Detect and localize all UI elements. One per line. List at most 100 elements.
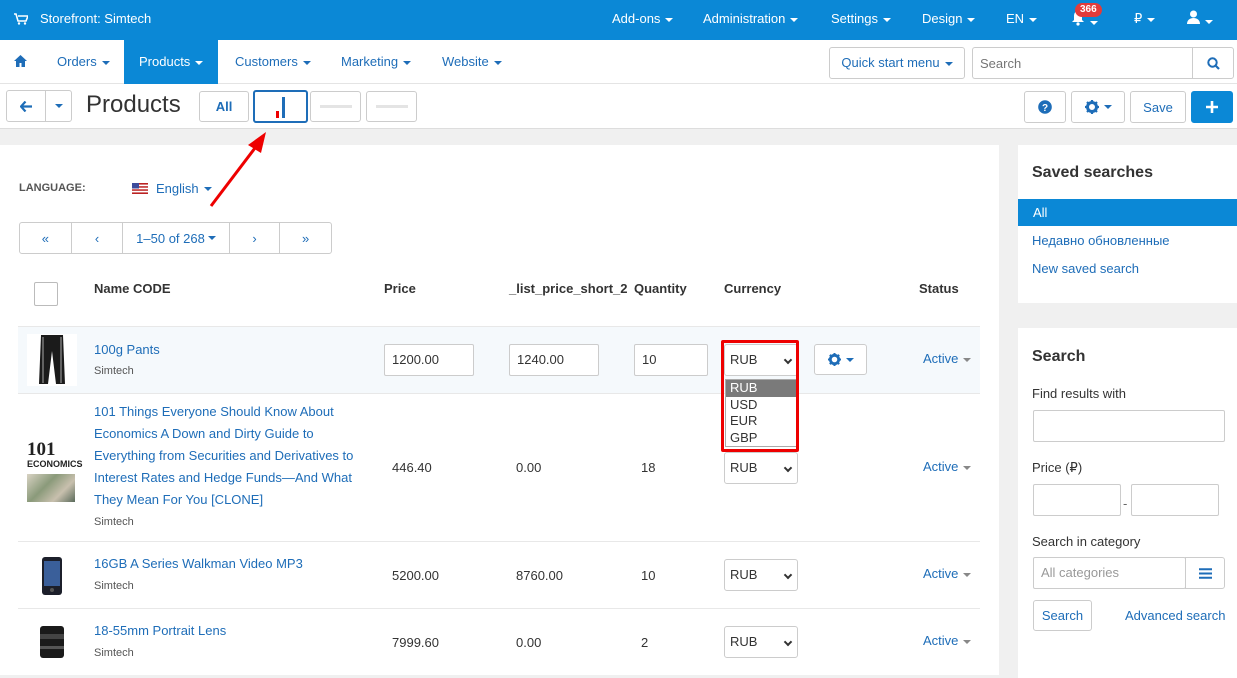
column-header-currency[interactable]: Currency xyxy=(724,281,781,296)
home-button[interactable] xyxy=(14,40,27,84)
currency-value: RUB xyxy=(730,634,758,649)
product-thumbnail[interactable] xyxy=(27,551,77,601)
view-saved-tab-2[interactable] xyxy=(366,91,417,122)
currency-select[interactable]: RUB xyxy=(724,452,798,484)
back-history-dropdown[interactable] xyxy=(45,90,72,122)
product-vendor: Simtech xyxy=(94,516,134,528)
currency-select[interactable]: RUB xyxy=(724,559,798,591)
global-search-input[interactable] xyxy=(972,47,1193,79)
help-button[interactable]: ? xyxy=(1024,91,1066,123)
advanced-search-link[interactable]: Advanced search xyxy=(1125,608,1225,623)
menu-label: Design xyxy=(922,11,963,26)
currency-value: RUB xyxy=(730,460,758,475)
column-header-list-price[interactable]: _list_price_short_2 xyxy=(509,281,628,296)
search-panel-title: Search xyxy=(1032,348,1086,365)
price-value: 5200.00 xyxy=(392,568,439,583)
search-icon xyxy=(1206,56,1220,70)
price-value: 446.40 xyxy=(392,460,432,475)
menu-design[interactable]: Design xyxy=(922,11,976,26)
back-button[interactable] xyxy=(6,90,46,122)
view-saved-tab-1[interactable] xyxy=(310,91,361,122)
status-dropdown[interactable]: Active xyxy=(923,351,972,366)
save-button[interactable]: Save xyxy=(1130,91,1186,123)
menu-label: ₽ xyxy=(1134,11,1143,26)
status-value: Active xyxy=(923,633,959,648)
status-value: Active xyxy=(923,566,959,581)
select-all-checkbox[interactable] xyxy=(34,282,58,306)
menu-administration[interactable]: Administration xyxy=(703,11,799,26)
view-all-button[interactable]: All xyxy=(199,91,249,122)
bar-view-icon xyxy=(275,96,285,118)
caret-down-icon xyxy=(101,60,110,65)
menu-settings[interactable]: Settings xyxy=(831,11,891,26)
currency-select[interactable]: RUB xyxy=(724,626,798,658)
nav-marketing[interactable]: Marketing xyxy=(341,40,412,84)
add-product-button[interactable] xyxy=(1191,91,1233,123)
nav-products[interactable]: Products xyxy=(124,40,219,84)
menu-language[interactable]: EN xyxy=(1006,11,1038,26)
settings-dropdown-button[interactable] xyxy=(1071,91,1125,123)
menu-addons[interactable]: Add-ons xyxy=(612,11,674,26)
nav-label: Website xyxy=(442,54,489,69)
column-header-quantity[interactable]: Quantity xyxy=(634,281,687,296)
product-name-link[interactable]: 16GB A Series Walkman Video MP3 xyxy=(94,553,303,575)
saved-search-recent[interactable]: Недавно обновленные xyxy=(1032,233,1170,248)
product-name-link[interactable]: 100g Pants xyxy=(94,339,160,361)
product-vendor: Simtech xyxy=(94,647,134,659)
caret-down-icon xyxy=(963,572,972,577)
category-input[interactable]: All categories xyxy=(1033,557,1186,589)
nav-customers[interactable]: Customers xyxy=(235,40,311,84)
nav-orders[interactable]: Orders xyxy=(57,40,110,84)
product-thumbnail[interactable] xyxy=(27,619,77,665)
quantity-value: 18 xyxy=(641,460,656,475)
status-dropdown[interactable]: Active xyxy=(923,459,972,474)
quick-start-menu-button[interactable]: Quick start menu xyxy=(829,47,965,79)
caret-down-icon xyxy=(790,17,799,22)
placeholder-bar xyxy=(319,105,352,108)
column-header-status[interactable]: Status xyxy=(919,281,959,296)
category-picker-button[interactable] xyxy=(1185,557,1225,589)
user-menu[interactable] xyxy=(1187,10,1213,28)
product-name-link[interactable]: 18-55mm Portrait Lens xyxy=(94,620,226,642)
find-results-label: Find results with xyxy=(1032,386,1126,401)
nav-label: Orders xyxy=(57,54,97,69)
saved-search-new[interactable]: New saved search xyxy=(1032,261,1139,276)
menu-label: Settings xyxy=(831,11,878,26)
caret-down-icon xyxy=(963,465,972,470)
quantity-input[interactable]: 10 xyxy=(634,344,708,376)
find-results-input[interactable] xyxy=(1033,410,1225,442)
mp3-player-image xyxy=(42,557,62,595)
row-actions-button[interactable] xyxy=(814,344,867,375)
product-thumbnail[interactable]: 101 ECONOMICS xyxy=(27,438,83,504)
last-page-button[interactable]: » xyxy=(280,223,331,253)
status-dropdown[interactable]: Active xyxy=(923,566,972,581)
nav-website[interactable]: Website xyxy=(442,40,502,84)
search-submit-button[interactable]: Search xyxy=(1033,600,1092,631)
next-page-button[interactable]: › xyxy=(230,223,281,253)
question-circle-icon: ? xyxy=(1038,100,1052,114)
storefront-name: Storefront: Simtech xyxy=(40,11,152,26)
column-header-name[interactable]: Name CODE xyxy=(94,281,171,296)
caret-down-icon xyxy=(1090,20,1098,25)
price-to-input[interactable] xyxy=(1131,484,1219,516)
prev-page-button[interactable]: ‹ xyxy=(72,223,124,253)
saved-searches-title: Saved searches xyxy=(1032,164,1153,181)
status-dropdown[interactable]: Active xyxy=(923,633,972,648)
price-input[interactable]: 1200.00 xyxy=(384,344,474,376)
list-price-input[interactable]: 1240.00 xyxy=(509,344,599,376)
storefront-selector[interactable]: Storefront: Simtech xyxy=(14,11,151,26)
global-search-button[interactable] xyxy=(1192,47,1234,79)
status-value: Active xyxy=(923,459,959,474)
caret-down-icon xyxy=(963,639,972,644)
product-name-link[interactable]: 101 Things Everyone Should Know About Ec… xyxy=(94,401,364,511)
product-thumbnail[interactable] xyxy=(27,334,77,386)
price-from-input[interactable] xyxy=(1033,484,1121,516)
caret-down-icon xyxy=(403,60,412,65)
saved-search-all[interactable]: All xyxy=(1018,199,1237,226)
column-header-price[interactable]: Price xyxy=(384,281,416,296)
page-range-dropdown[interactable]: 1–50 of 268 xyxy=(123,223,230,253)
menu-currency[interactable]: ₽ xyxy=(1134,11,1156,27)
chevron-down-icon xyxy=(783,570,793,580)
first-page-button[interactable]: « xyxy=(20,223,72,253)
view-currency-tab[interactable] xyxy=(253,90,308,123)
